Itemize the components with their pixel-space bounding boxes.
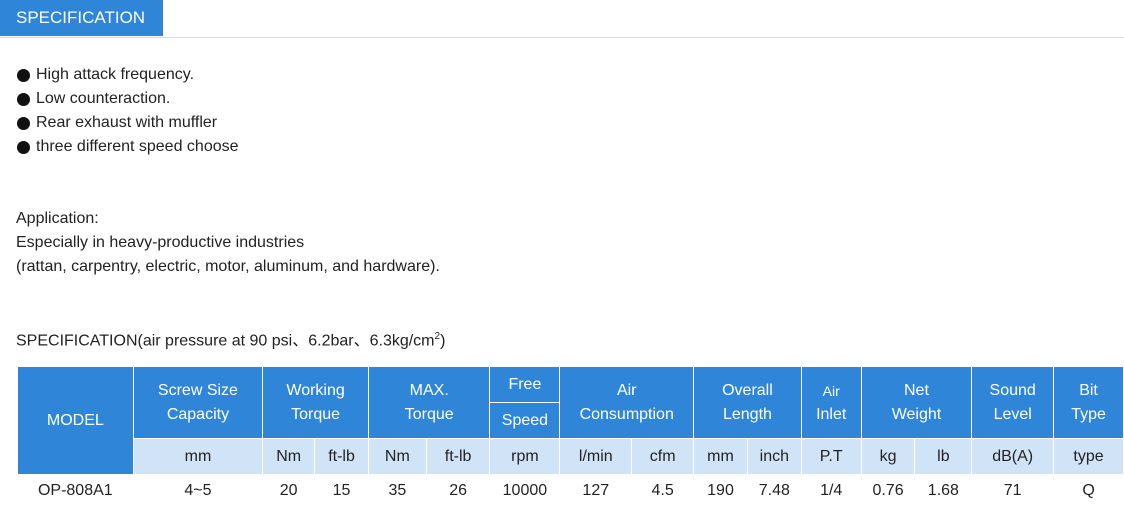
cell-value: 1/4 [820,481,843,499]
unit-cell: ft-lb [314,438,369,475]
unit-cell: cfm [631,438,695,475]
header-net-weight: Net Weight [860,366,973,439]
unit-cell: ft-lb [425,438,491,475]
unit-cell: kg [860,438,916,475]
bullet-icon [17,92,30,106]
cell-value: 4~5 [184,481,212,499]
unit-row: mm Nm ft-lb Nm ft-lb rpm l/min cfm mm in… [18,438,1124,475]
spec-heading-close: ) [440,332,446,350]
unit-cell: P.T [800,438,862,475]
header-model: MODEL [17,366,134,475]
header-screw-size: Screw Size Capacity [132,366,264,439]
header-bit-type: Bit Type [1053,366,1124,439]
unit-cell: inch [746,438,802,475]
bullet-icon [17,68,30,82]
feature-text: three different speed choose [36,138,239,155]
cell-value: 4.5 [651,481,674,499]
feature-text: Low counteraction. [36,90,171,107]
cell-value: 0.76 [872,481,904,499]
bullet-icon [17,116,30,130]
unit-cell: Nm [262,438,316,475]
spec-heading: SPECIFICATION(air pressure at 90 psi、6.2… [16,326,445,352]
spec-table: MODEL Screw Size Capacity Working Torque M… [17,366,1124,507]
header-overall-length: Overall Length [693,366,802,439]
cell-bit-type: Q [1082,481,1095,499]
cell-value: 15 [332,481,351,499]
cell-value: 35 [388,481,407,499]
spec-heading-text: SPECIFICATION(air pressure at 90 psi、6.2… [16,332,435,350]
header-free: Free [489,366,561,403]
header-working-torque: Working Torque [262,366,369,439]
header-speed: Speed [489,402,561,439]
feature-text: High attack frequency. [36,66,195,83]
unit-cell: mm [132,438,264,475]
tab-specification[interactable]: SPECIFICATION [0,0,163,36]
unit-cell: rpm [489,438,561,475]
feature-text: Rear exhaust with muffler [36,114,218,131]
bullet-icon [17,140,30,154]
unit-cell: type [1053,438,1124,475]
cell-value: 10000 [502,481,548,499]
application-line: Especially in heavy-productive industrie… [16,234,305,251]
table-row: OP-808A1 4~5 20 15 35 26 10000 127 4.5 1… [18,475,1124,507]
cell-value: 20 [279,481,298,499]
application-section: Application: Especially in heavy-product… [16,207,440,279]
cell-model: OP-808A1 [37,481,113,499]
header-sound-level: Sound Level [971,366,1055,439]
unit-cell: l/min [559,438,633,475]
cell-value: 127 [582,481,610,499]
header-air-inlet: Air Inlet [800,366,862,439]
unit-cell: lb [914,438,973,475]
application-title: Application: [16,210,99,227]
unit-cell: dB(A) [971,438,1055,475]
list-item: Low counteraction. [17,87,239,111]
cell-value: 1.68 [927,481,959,499]
feature-list: High attack frequency. Low counteraction… [17,63,239,159]
tab-bar: SPECIFICATION [0,0,1124,38]
header-max-torque: MAX. Torque [367,366,491,439]
list-item: Rear exhaust with muffler [17,111,239,135]
list-item: three different speed choose [17,135,239,159]
cell-value: 190 [707,481,734,499]
cell-value: 26 [449,481,468,499]
cell-value: 7.48 [758,481,790,499]
list-item: High attack frequency. [17,63,239,87]
application-line: (rattan, carpentry, electric, motor, alu… [16,258,440,275]
header-air-consumption: Air Consumption [559,366,695,439]
unit-cell: mm [693,438,748,475]
unit-cell: Nm [367,438,427,475]
cell-value: 71 [1003,481,1022,499]
